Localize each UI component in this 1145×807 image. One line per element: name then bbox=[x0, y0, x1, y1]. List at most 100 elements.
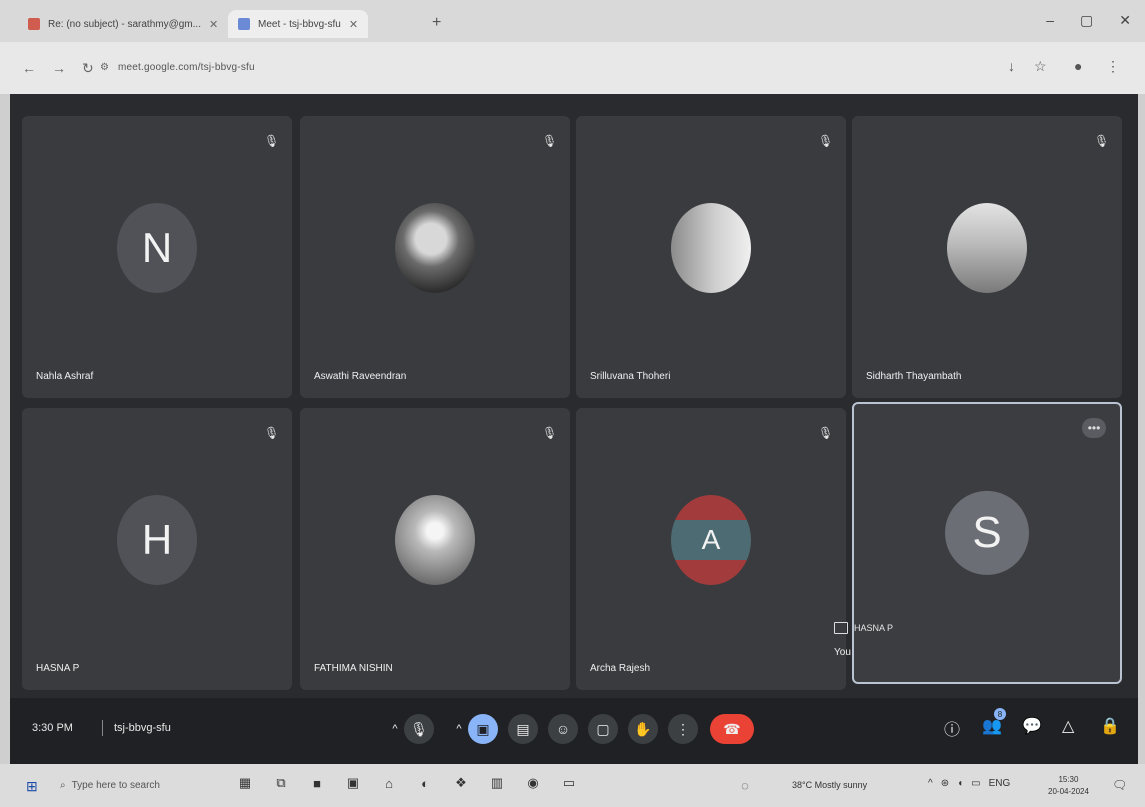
avatar bbox=[395, 203, 475, 293]
divider bbox=[102, 720, 103, 736]
avatar bbox=[671, 203, 751, 293]
menu-kebab-icon[interactable]: ⋮ bbox=[1106, 58, 1120, 75]
app-icon[interactable]: ◌ bbox=[736, 774, 754, 796]
clock-date: 20-04-2024 bbox=[1048, 787, 1089, 796]
clock-time: 15:30 bbox=[1058, 775, 1079, 784]
participant-tile[interactable]: 🎙 A Archa Rajesh bbox=[576, 408, 846, 690]
raise-hand-button[interactable]: ✋ bbox=[628, 714, 658, 744]
profile-icon[interactable]: ● bbox=[1074, 58, 1082, 74]
more-options-icon[interactable]: ••• bbox=[1082, 418, 1106, 438]
store-icon[interactable]: ⌂ bbox=[380, 772, 398, 794]
mic-muted-icon: 🎙 bbox=[542, 134, 558, 148]
mic-muted-icon: 🎙 bbox=[818, 426, 834, 440]
app-icon[interactable]: ▭ bbox=[560, 772, 578, 794]
gmail-icon bbox=[28, 18, 40, 30]
captions-button[interactable]: ▤ bbox=[508, 714, 538, 744]
browser-tab-bar: Re: (no subject) - sarathmy@gm... ✕ Meet… bbox=[0, 0, 1145, 42]
participants-count-badge: 8 bbox=[993, 708, 1006, 720]
language-indicator[interactable]: ENG bbox=[989, 778, 1011, 789]
window-controls: – ▢ ✕ bbox=[1046, 12, 1131, 29]
microphone-button[interactable]: 🎙 bbox=[404, 714, 434, 744]
mic-muted-icon: 🎙 bbox=[542, 426, 558, 440]
present-button[interactable]: ▢ bbox=[588, 714, 618, 744]
avatar: S bbox=[945, 490, 1029, 575]
participant-tile[interactable]: 🎙 Srilluvana Thoheri bbox=[576, 116, 846, 398]
taskbar-apps: ▦ ⧉ ■ ▣ ⌂ ◐ ❖ ▥ ◉ ▭ bbox=[236, 772, 578, 794]
tab-meet[interactable]: Meet - tsj-bbvg-sfu ✕ bbox=[228, 10, 369, 38]
people-button[interactable]: 👥 8 bbox=[982, 708, 1006, 736]
app-icon[interactable]: ■ bbox=[308, 772, 326, 794]
participant-tile[interactable]: 🎙 N Nahla Ashraf bbox=[22, 116, 292, 398]
participant-tile[interactable]: 🎙 FATHIMA NISHIN bbox=[300, 408, 570, 690]
meeting-code: tsj-bbvg-sfu bbox=[114, 722, 171, 734]
forward-icon[interactable]: → bbox=[52, 60, 66, 76]
search-icon: ⌕ bbox=[60, 779, 66, 791]
weather-widget[interactable]: 38°C Mostly sunny bbox=[792, 780, 867, 790]
avatar bbox=[395, 495, 475, 585]
video-options-icon[interactable]: ^ bbox=[450, 714, 468, 744]
reload-icon[interactable]: ↻ bbox=[82, 60, 94, 77]
site-info-icon[interactable]: ⚙ bbox=[100, 62, 109, 73]
edge-icon[interactable]: ◐ bbox=[416, 772, 434, 794]
participant-tile[interactable]: 🎙 H HASNA P bbox=[22, 408, 292, 690]
host-controls-icon[interactable]: 🔒 bbox=[1100, 716, 1120, 736]
volume-icon[interactable]: ◖ bbox=[957, 778, 963, 789]
tab-label: Meet - tsj-bbvg-sfu bbox=[258, 18, 341, 30]
battery-icon[interactable]: ▭ bbox=[971, 778, 980, 789]
reactions-button[interactable]: ☺ bbox=[548, 714, 578, 744]
bookmark-star-icon[interactable]: ☆ bbox=[1034, 58, 1047, 75]
app-icon[interactable]: ▣ bbox=[344, 772, 362, 794]
address-bar: ← → ↻ ⚙ meet.google.com/tsj-bbvg-sfu ↓ ☆… bbox=[0, 42, 1145, 94]
taskbar-clock[interactable]: 15:30 20-04-2024 bbox=[1048, 774, 1089, 798]
maximize-button[interactable]: ▢ bbox=[1080, 12, 1093, 29]
meeting-info-icon[interactable]: ⓘ bbox=[944, 716, 960, 740]
participant-tile[interactable]: 🎙 Aswathi Raveendran bbox=[300, 116, 570, 398]
audio-options-icon[interactable]: ^ bbox=[386, 714, 404, 744]
avatar: H bbox=[117, 495, 197, 585]
camera-button[interactable]: ▣ bbox=[468, 714, 498, 744]
meeting-time: 3:30 PM bbox=[32, 722, 73, 734]
participant-name: Archa Rajesh bbox=[590, 663, 651, 674]
url-text[interactable]: meet.google.com/tsj-bbvg-sfu bbox=[118, 62, 255, 73]
leave-call-button[interactable]: ☎ bbox=[710, 714, 754, 744]
activities-icon[interactable]: △ bbox=[1062, 716, 1074, 736]
close-window-button[interactable]: ✕ bbox=[1119, 12, 1131, 29]
search-placeholder: Type here to search bbox=[71, 779, 160, 791]
close-tab-icon[interactable]: ✕ bbox=[209, 18, 218, 31]
meet-icon bbox=[238, 18, 250, 30]
chevron-up-icon[interactable]: ^ bbox=[928, 778, 933, 789]
participant-name: HASNA P bbox=[36, 663, 80, 674]
tab-gmail[interactable]: Re: (no subject) - sarathmy@gm... ✕ bbox=[18, 10, 228, 38]
mic-muted-icon: 🎙 bbox=[818, 134, 834, 148]
participant-tile[interactable]: 🎙 Sidharth Thayambath bbox=[852, 116, 1122, 398]
taskbar-search[interactable]: ⌕ Type here to search bbox=[60, 774, 230, 796]
self-tile[interactable]: ••• S HASNA P You bbox=[834, 402, 1122, 684]
tab-label: Re: (no subject) - sarathmy@gm... bbox=[48, 18, 201, 30]
windows-taskbar: ⊞ ⌕ Type here to search ▦ ⧉ ■ ▣ ⌂ ◐ ❖ ▥ … bbox=[0, 764, 1145, 807]
chat-icon[interactable]: 💬 bbox=[1022, 716, 1042, 736]
avatar: N bbox=[117, 203, 197, 293]
participant-name: Nahla Ashraf bbox=[36, 371, 94, 382]
mic-muted-icon: 🎙 bbox=[264, 426, 280, 440]
notification-icon[interactable]: 🗨 bbox=[1112, 778, 1127, 792]
task-view-icon[interactable]: ⧉ bbox=[272, 772, 290, 794]
dropbox-icon[interactable]: ❖ bbox=[452, 772, 470, 794]
back-icon[interactable]: ← bbox=[22, 60, 36, 76]
participant-name: You bbox=[834, 647, 851, 658]
minimize-button[interactable]: – bbox=[1046, 12, 1054, 29]
participant-name: Srilluvana Thoheri bbox=[590, 371, 671, 382]
mic-muted-icon: 🎙 bbox=[264, 134, 280, 148]
more-options-button[interactable]: ⋮ bbox=[668, 714, 698, 744]
participant-name: Sidharth Thayambath bbox=[866, 371, 962, 382]
city-widget-icon[interactable]: ▦ bbox=[236, 772, 254, 794]
windows-start-icon[interactable]: ⊞ bbox=[26, 778, 38, 795]
app-icon[interactable]: ▥ bbox=[488, 772, 506, 794]
chrome-icon[interactable]: ◉ bbox=[524, 772, 542, 794]
network-icon[interactable]: ⊛ bbox=[941, 778, 949, 789]
meet-stage: 🎙 N Nahla Ashraf 🎙 Aswathi Raveendran 🎙 … bbox=[10, 94, 1138, 764]
participant-name: FATHIMA NISHIN bbox=[314, 663, 393, 674]
new-tab-button[interactable]: + bbox=[432, 14, 441, 32]
close-tab-icon[interactable]: ✕ bbox=[349, 18, 358, 31]
presenting-indicator: HASNA P bbox=[834, 622, 893, 634]
download-icon[interactable]: ↓ bbox=[1008, 58, 1015, 74]
